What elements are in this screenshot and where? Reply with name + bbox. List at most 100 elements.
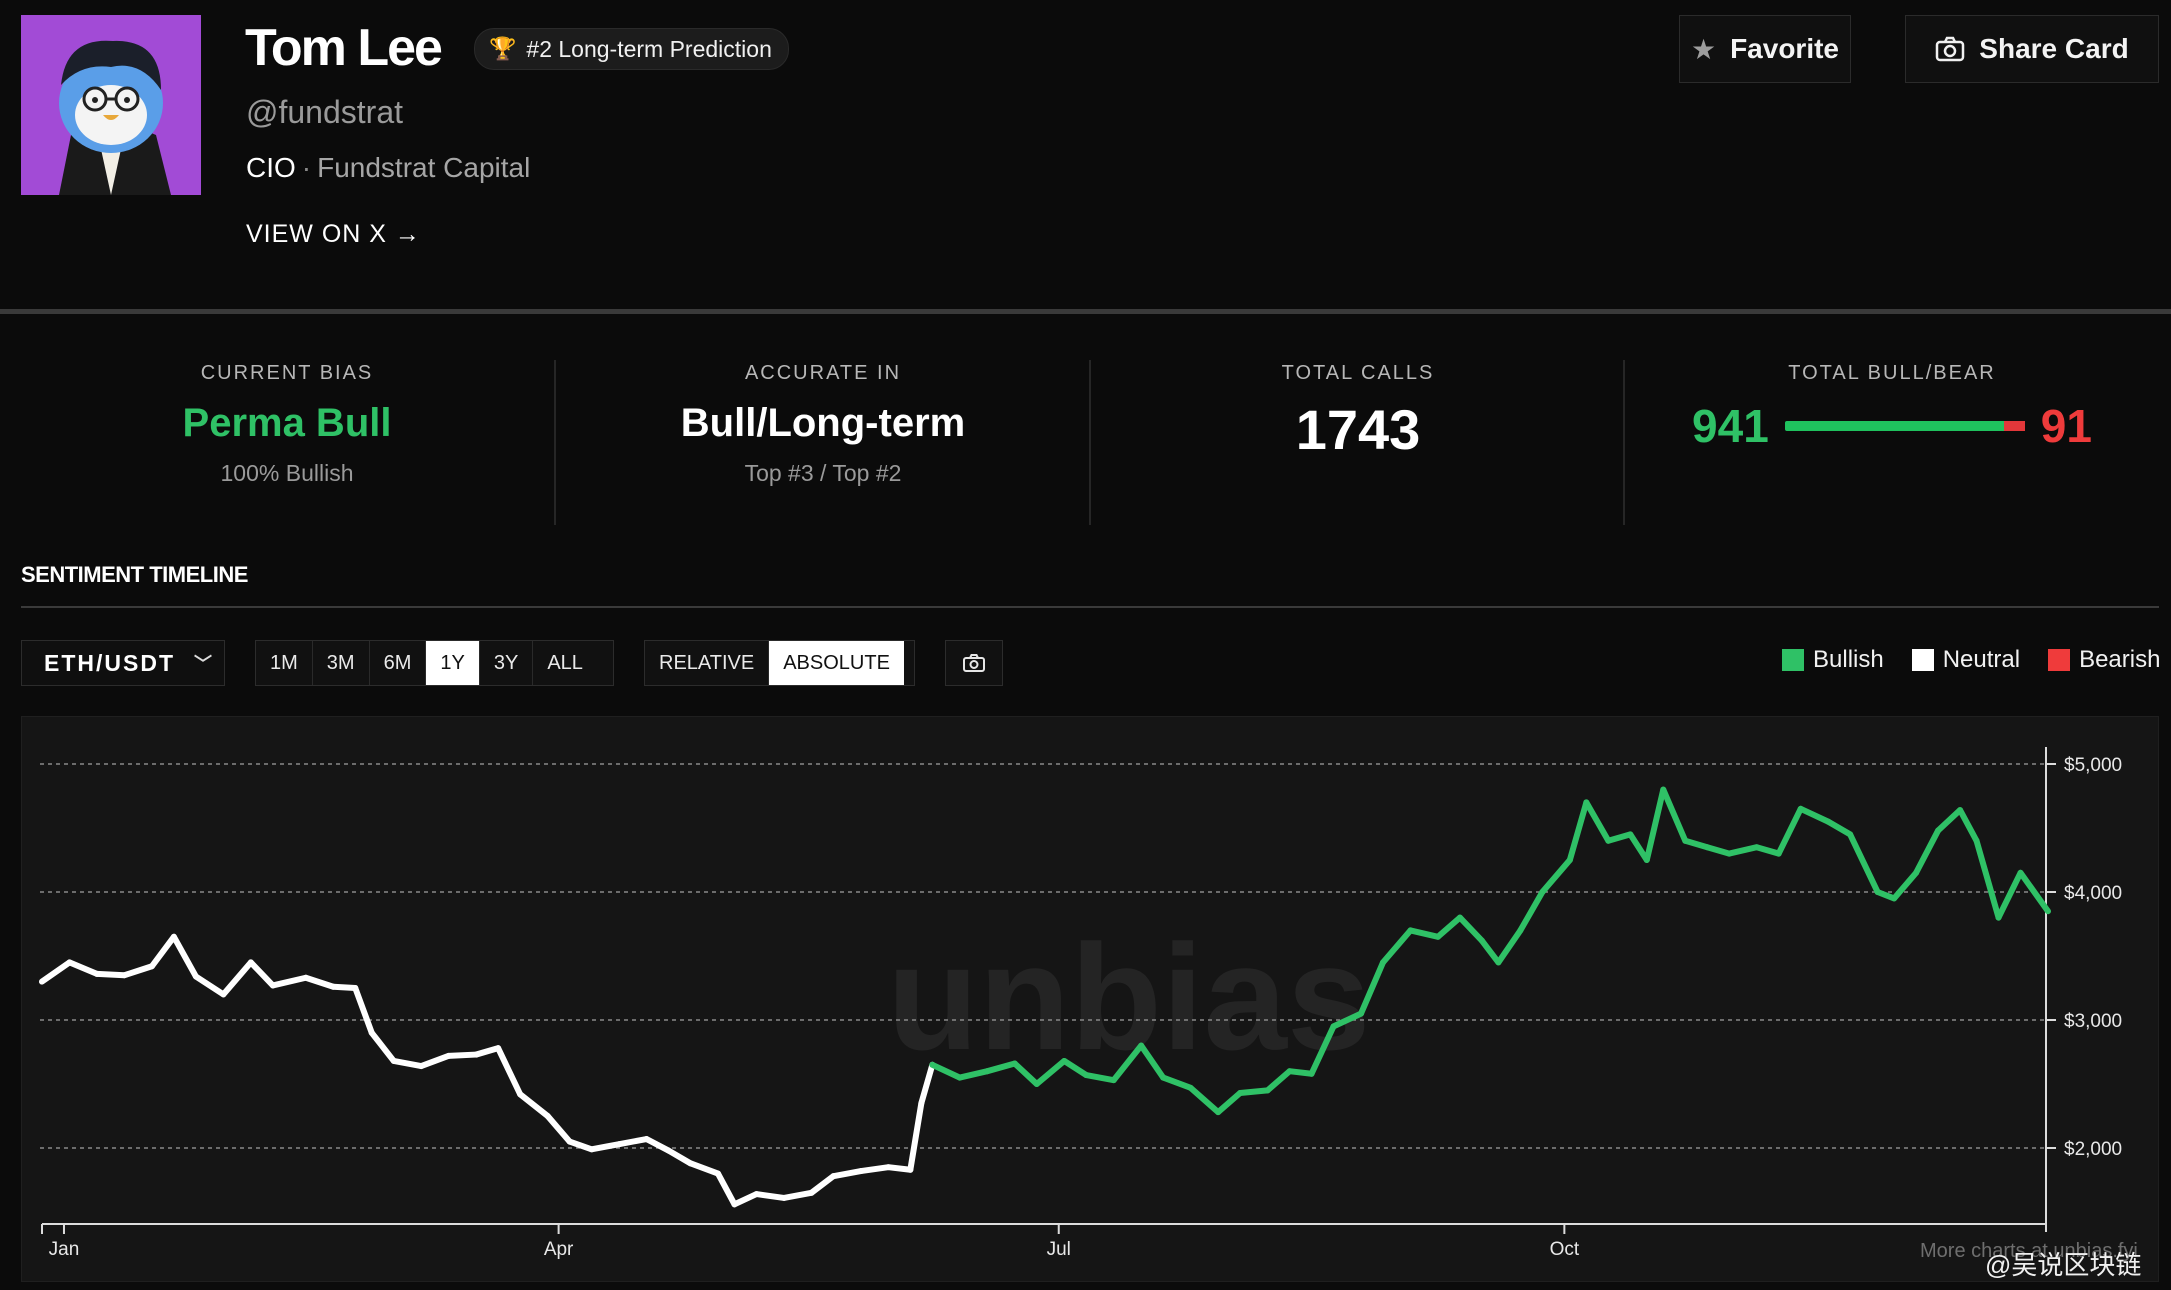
price-line-segment [445,1051,480,1059]
price-line-segment [1495,927,1524,966]
price-line-segment [1797,805,1832,825]
role-title: CIO [246,152,296,183]
price-line-segment [857,1164,892,1175]
legend-bullish: Bullish [1782,646,1884,674]
price-line-segment [192,973,227,998]
role-separator: · [301,152,312,183]
x-tick-label: Apr [544,1239,574,1260]
chart-watermark: unbias [887,913,1370,1081]
share-card-button[interactable]: Share Card [1905,15,2159,83]
range-3m-button[interactable]: 3M [313,641,370,685]
stat-current-bias: CURRENT BIAS Perma Bull 100% Bullish [20,362,554,487]
price-line-segment [566,1138,595,1153]
view-on-x-link[interactable]: VIEW ON X → [246,220,421,249]
price-line-segment [1704,844,1733,857]
legend-label: Bullish [1813,646,1884,673]
y-tick-label: $5,000 [2064,755,2122,776]
price-line-segment [1215,1089,1244,1116]
price-line-segment [731,1191,760,1208]
avatar [21,15,201,195]
price-line-segment [753,1191,787,1201]
price-line-segment [330,983,359,991]
rank-badge: 🏆 #2 Long-term Prediction [474,28,789,70]
range-all-button[interactable]: ALL [533,641,597,685]
total-calls-value: 1743 [1295,398,1421,461]
camera-icon [1936,36,1965,62]
snapshot-button[interactable] [945,640,1003,686]
profile-handle: @fundstrat [246,94,403,130]
favorite-label: Favorite [1730,33,1840,64]
price-line-segment [495,1045,524,1098]
trophy-icon: 🏆 [489,36,517,61]
pair-select[interactable]: ETH/USDT ﹀ [21,640,225,686]
company-name: Fundstrat Capital [317,152,531,183]
price-line-segment [1566,799,1590,863]
pair-value: ETH/USDT [44,649,175,676]
price-line-segment [1847,831,1881,895]
bull-count: 941 [1692,400,1769,452]
chart-svg: unbias $5,000 $4,000 $3,000 $2,000 Jan Apr Jul O… [39,747,2122,1260]
price-line-segment [1973,837,2002,921]
price-line-segment [808,1173,837,1196]
range-1m-button[interactable]: 1M [256,641,313,685]
range-1y-button[interactable]: 1Y [426,641,480,685]
price-line-segment [544,1113,573,1145]
bear-count: 91 [2040,400,2092,452]
chevron-down-icon: ﹀ [194,654,212,674]
price-line-segment [1478,937,1502,966]
x-tick-label: Oct [1550,1239,1580,1260]
current-bias-label: CURRENT BIAS [200,362,374,384]
price-line-segment [643,1136,672,1154]
price-line-segment [1379,927,1414,966]
favorite-button[interactable]: ★ Favorite [1679,15,1851,83]
header-divider [0,309,2171,314]
price-line-segment [665,1147,694,1167]
legend-swatch-neutral [1911,649,1934,671]
price-line-segment [269,974,309,989]
source-watermark: @吴说区块链 [1985,1250,2142,1280]
price-line-segment [148,933,177,970]
stat-bull-bear: TOTAL BULL/BEAR 941 91 [1625,362,2159,453]
legend-label: Neutral [1942,646,2021,673]
price-line-segment [1187,1084,1222,1116]
price-line-segment [220,959,254,998]
y-tick-label: $3,000 [2064,1011,2122,1032]
price-line-segment [780,1189,815,1201]
price-line-segment [1891,869,1920,902]
price-line-segment [1517,889,1546,934]
legend-bearish: Bearish [2048,646,2160,674]
price-line-segment [473,1045,502,1058]
total-calls-label: TOTAL CALLS [1281,362,1435,384]
star-icon: ★ [1690,33,1717,65]
range-6m-button[interactable]: 6M [370,641,427,685]
price-line-segment [1539,857,1573,895]
price-line-segment [1753,844,1782,857]
sentiment-chart[interactable]: unbias $5,000 $4,000 $3,000 $2,000 Jan Apr Jul O… [21,716,2159,1282]
section-title: SENTIMENT TIMELINE [21,562,248,587]
stat-accurate-in: ACCURATE IN Bull/Long-term Top #3 / Top … [556,362,1090,487]
price-line-segment [1682,837,1711,851]
profile-name: Tom Lee [245,19,443,77]
price-line-segment [1583,799,1612,844]
legend-swatch-bearish [2048,649,2071,671]
price-line-segment [121,963,155,979]
y-tick-label: $4,000 [2064,883,2122,904]
price-line-segment [39,959,73,985]
price-line-segment [368,1029,397,1064]
profile-role: CIO · Fundstrat Capital [246,152,530,184]
price-line-segment [687,1160,721,1177]
bear-share-bar [2003,421,2025,431]
price-line-segment [588,1141,623,1153]
price-line-segment [1627,831,1650,863]
range-3y-button[interactable]: 3Y [480,641,534,685]
mode-relative-button[interactable]: RELATIVE [645,641,770,685]
rank-badge-label: #2 Long-term Prediction [526,35,772,62]
price-line-segment [1286,1068,1315,1077]
price-line-segment [302,974,337,990]
mode-absolute-button[interactable]: ABSOLUTE [769,641,904,685]
price-line-segment [885,1164,914,1173]
price-line-segment [1726,844,1760,857]
legend-neutral: Neutral [1911,646,2021,674]
price-line-segment [1407,927,1441,940]
bull-bear-bar [1784,421,2025,431]
